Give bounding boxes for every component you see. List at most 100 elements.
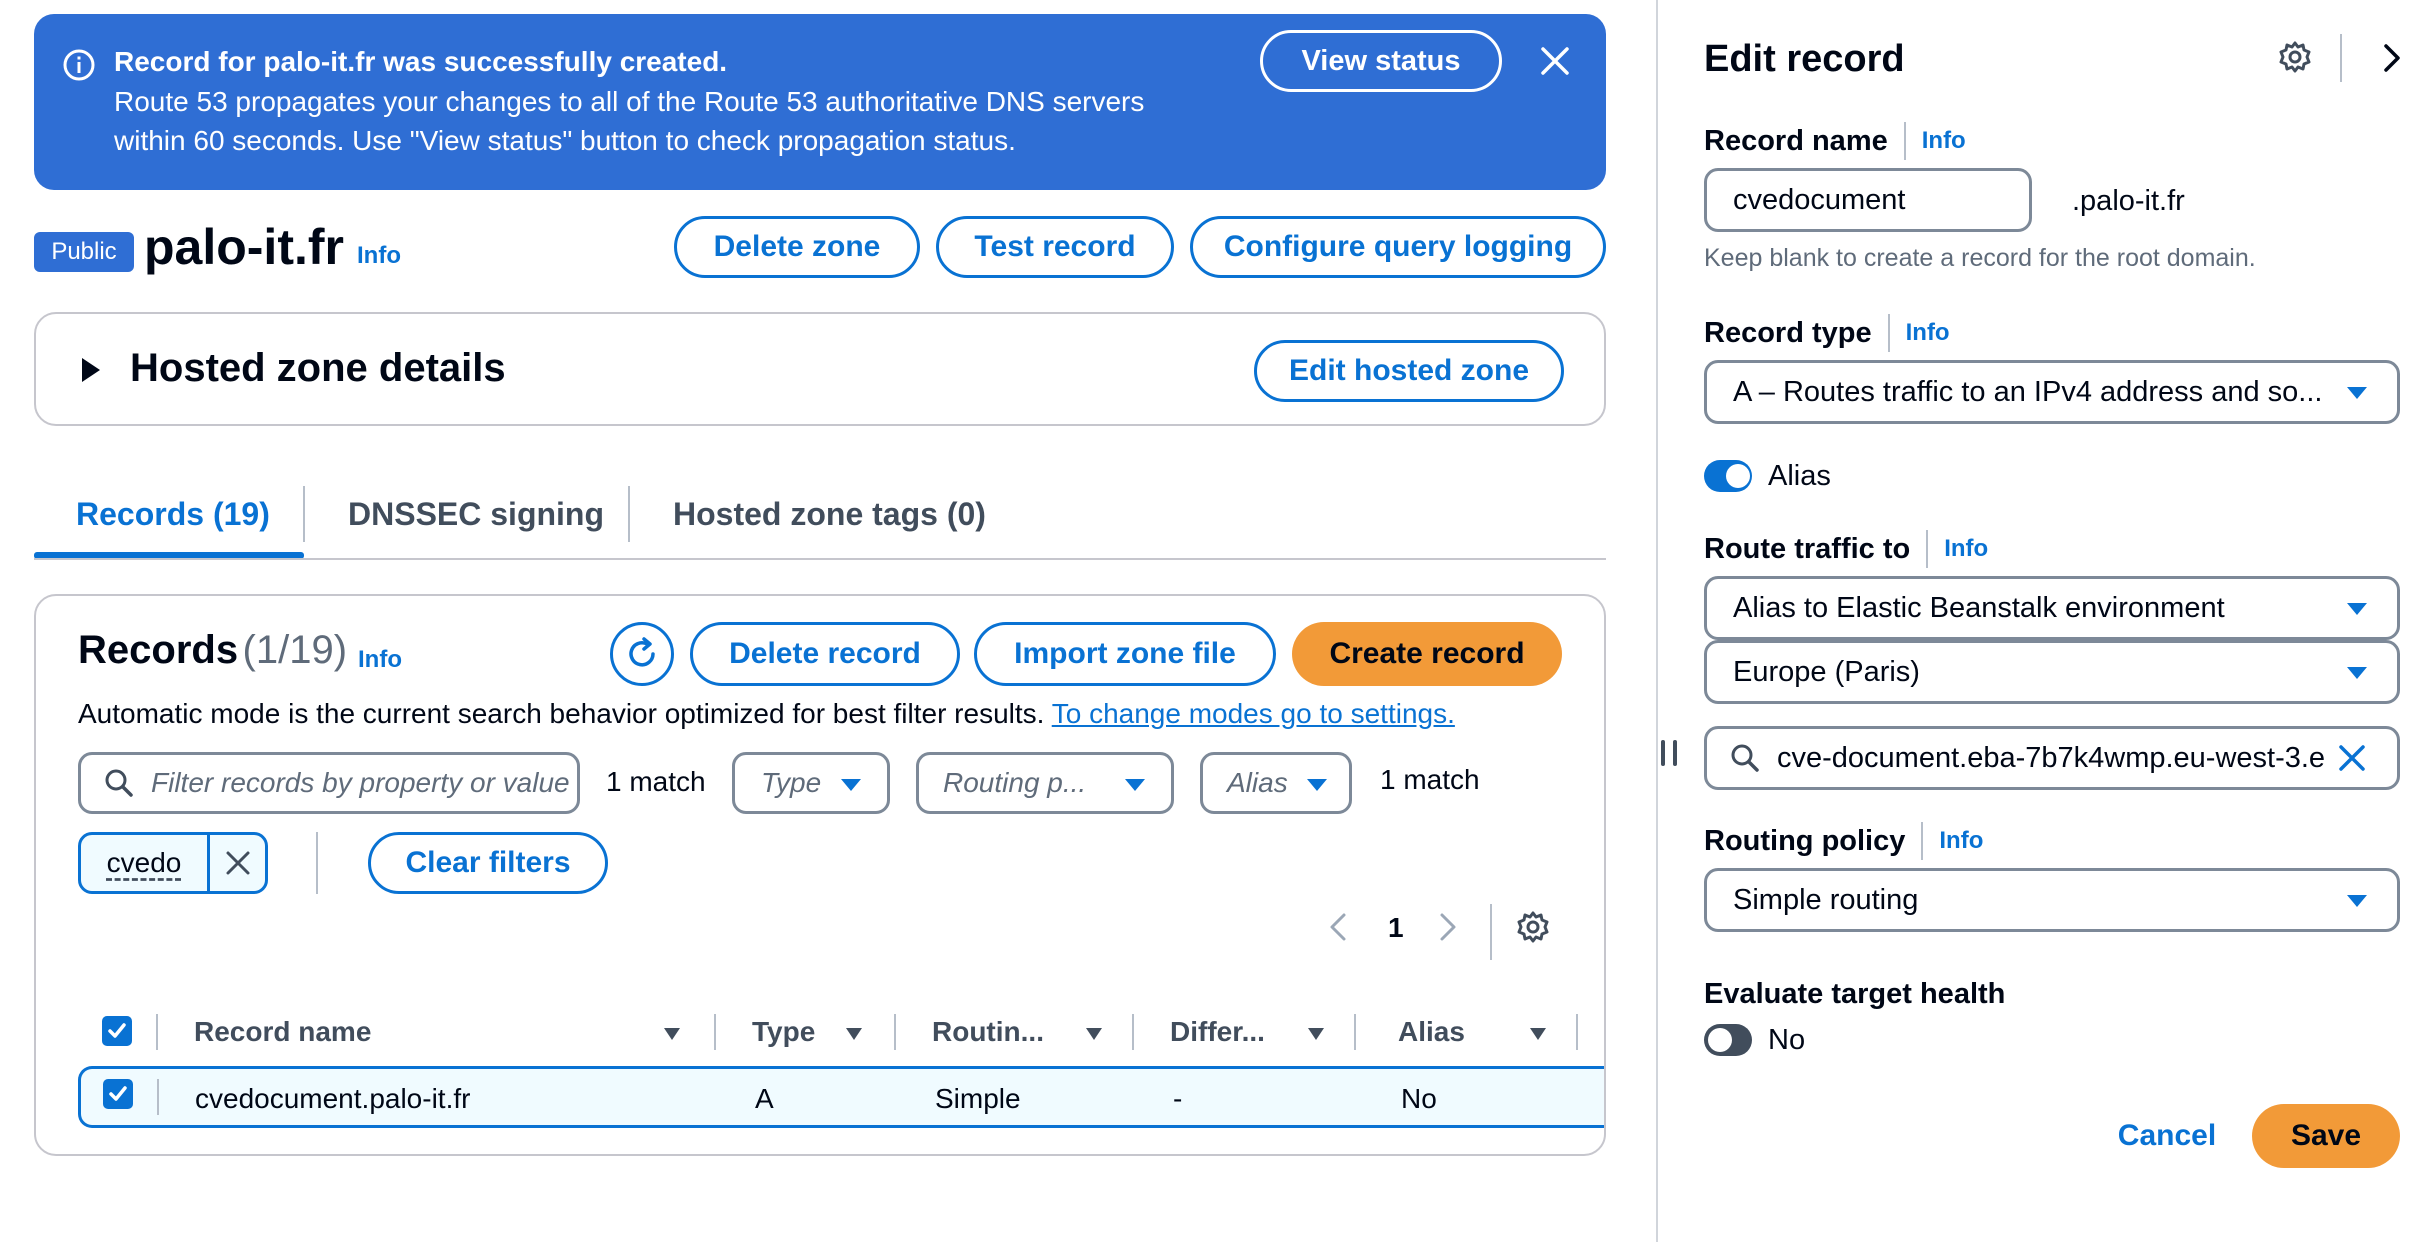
- test-record-button[interactable]: Test record: [936, 216, 1174, 278]
- region-select[interactable]: Europe (Paris): [1704, 640, 2400, 704]
- endpoint-search-input[interactable]: cve-document.eba-7b7k4wmp.eu-west-3.e: [1704, 726, 2400, 790]
- column-divider: [894, 1014, 896, 1050]
- filter-divider: [316, 832, 318, 894]
- region-value: Europe (Paris): [1733, 655, 1920, 688]
- routing-policy-select[interactable]: Simple routing: [1704, 868, 2400, 932]
- panel-title: Edit record: [1704, 38, 1905, 80]
- delete-record-button[interactable]: Delete record: [690, 622, 960, 686]
- cell-type: A: [755, 1083, 774, 1114]
- create-record-button[interactable]: Create record: [1292, 622, 1562, 686]
- header-divider: [2340, 34, 2342, 82]
- column-header-alias[interactable]: Alias: [1398, 1016, 1465, 1048]
- sort-icon[interactable]: [1086, 1028, 1102, 1040]
- type-filter-select[interactable]: Type: [732, 752, 890, 814]
- cell-differentiator: -: [1173, 1083, 1183, 1114]
- import-zone-file-button[interactable]: Import zone file: [974, 622, 1276, 686]
- record-name-info-link[interactable]: Info: [1922, 127, 1966, 155]
- column-header-type[interactable]: Type: [752, 1016, 815, 1048]
- chevron-down-icon: [841, 779, 861, 791]
- alias-toggle[interactable]: [1704, 460, 1752, 492]
- delete-zone-button[interactable]: Delete zone: [674, 216, 920, 278]
- close-icon: [226, 851, 249, 875]
- column-header-routing[interactable]: Routin...: [932, 1016, 1044, 1048]
- sort-icon[interactable]: [664, 1028, 680, 1040]
- hosted-zone-details-panel: Hosted zone details Edit hosted zone: [34, 312, 1606, 426]
- gear-icon[interactable]: [2278, 40, 2312, 79]
- routing-policy-label: Routing policy: [1704, 824, 1906, 857]
- record-type-info-link[interactable]: Info: [1906, 319, 1950, 347]
- sort-icon[interactable]: [1530, 1028, 1546, 1040]
- record-type-field: Record type Info: [1704, 314, 1950, 352]
- evaluate-target-health-label: Evaluate target health: [1704, 978, 2006, 1010]
- field-divider: [1903, 122, 1906, 160]
- routing-policy-info-link[interactable]: Info: [1939, 827, 1983, 855]
- record-type-select[interactable]: A – Routes traffic to an IPv4 address an…: [1704, 360, 2400, 424]
- record-name-input[interactable]: cvedocument: [1704, 168, 2032, 232]
- select-all-checkbox[interactable]: [102, 1016, 132, 1046]
- save-button[interactable]: Save: [2252, 1104, 2400, 1168]
- record-type-label: Record type: [1704, 316, 1872, 349]
- expand-triangle-icon[interactable]: [82, 358, 100, 382]
- routing-policy-filter-select[interactable]: Routing p...: [916, 752, 1174, 814]
- chevron-down-icon: [2347, 387, 2367, 399]
- field-divider: [1921, 822, 1924, 860]
- sort-icon[interactable]: [846, 1028, 862, 1040]
- search-placeholder: Filter records by property or value: [151, 767, 570, 798]
- cell-alias: No: [1401, 1083, 1437, 1114]
- column-header-differentiator[interactable]: Differ...: [1170, 1016, 1265, 1048]
- routing-filter-label: Routing p...: [943, 767, 1087, 798]
- edit-hosted-zone-button[interactable]: Edit hosted zone: [1254, 340, 1564, 402]
- record-name-label: Record name: [1704, 124, 1888, 157]
- flash-line-1: Route 53 propagates your changes to all …: [114, 86, 1145, 117]
- route-traffic-field: Route traffic to Info: [1704, 530, 1988, 568]
- filter-search-input[interactable]: Filter records by property or value: [78, 752, 580, 814]
- sort-icon[interactable]: [1308, 1028, 1324, 1040]
- view-status-button[interactable]: View status: [1260, 30, 1502, 92]
- flash-notification: Record for palo-it.fr was successfully c…: [34, 14, 1606, 190]
- tab-records[interactable]: Records (19): [76, 496, 270, 533]
- filter-token-label[interactable]: cvedo: [81, 835, 207, 891]
- clear-input-icon[interactable]: [2337, 743, 2367, 778]
- match-count: 1 match: [606, 766, 706, 797]
- gear-icon[interactable]: [1516, 910, 1550, 949]
- route-traffic-info-link[interactable]: Info: [1944, 535, 1988, 563]
- refresh-button[interactable]: [610, 622, 674, 686]
- route-traffic-value: Alias to Elastic Beanstalk environment: [1733, 591, 2225, 624]
- cancel-button[interactable]: Cancel: [2102, 1114, 2232, 1158]
- zone-info-link[interactable]: Info: [357, 242, 401, 270]
- column-header-record-name[interactable]: Record name: [194, 1016, 371, 1048]
- chevron-down-icon: [1125, 779, 1145, 791]
- tab-dnssec-signing[interactable]: DNSSEC signing: [348, 496, 604, 533]
- evaluate-target-health-value: No: [1768, 1024, 1806, 1056]
- tab-hosted-zone-tags[interactable]: Hosted zone tags (0): [673, 496, 986, 533]
- evaluate-target-health-toggle[interactable]: [1704, 1024, 1752, 1056]
- configure-query-logging-button[interactable]: Configure query logging: [1190, 216, 1606, 278]
- close-icon[interactable]: [1538, 44, 1572, 78]
- field-divider: [1926, 530, 1929, 568]
- chevron-down-icon: [2347, 667, 2367, 679]
- row-checkbox[interactable]: [103, 1079, 133, 1109]
- pagination-next-icon[interactable]: [1436, 912, 1460, 947]
- collapse-panel-icon[interactable]: [2380, 42, 2404, 79]
- alias-filter-select[interactable]: Alias: [1200, 752, 1352, 814]
- table-row[interactable]: cvedocument.palo-it.fr A Simple - No: [78, 1066, 1604, 1128]
- change-modes-link[interactable]: To change modes go to settings.: [1052, 698, 1455, 729]
- pagination-prev-icon[interactable]: [1326, 912, 1350, 947]
- pagination-current-page[interactable]: 1: [1388, 912, 1404, 944]
- routing-policy-field: Routing policy Info: [1704, 822, 1983, 860]
- remove-token-button[interactable]: [207, 835, 265, 891]
- info-icon: [62, 48, 96, 82]
- record-type-value: A – Routes traffic to an IPv4 address an…: [1733, 375, 2323, 408]
- routing-policy-value: Simple routing: [1733, 883, 1919, 916]
- column-divider: [1354, 1014, 1356, 1050]
- column-divider: [714, 1014, 716, 1050]
- flash-title: Record for palo-it.fr was successfully c…: [114, 46, 728, 77]
- match-count-2: 1 match: [1380, 764, 1480, 795]
- records-info-link[interactable]: Info: [358, 646, 402, 674]
- chevron-down-icon: [2347, 603, 2367, 615]
- route-traffic-select[interactable]: Alias to Elastic Beanstalk environment: [1704, 576, 2400, 640]
- record-name-value: cvedocument: [1733, 183, 1906, 216]
- hosted-zone-details-title[interactable]: Hosted zone details: [130, 346, 506, 391]
- tabs-baseline: [34, 558, 1606, 560]
- clear-filters-button[interactable]: Clear filters: [368, 832, 608, 894]
